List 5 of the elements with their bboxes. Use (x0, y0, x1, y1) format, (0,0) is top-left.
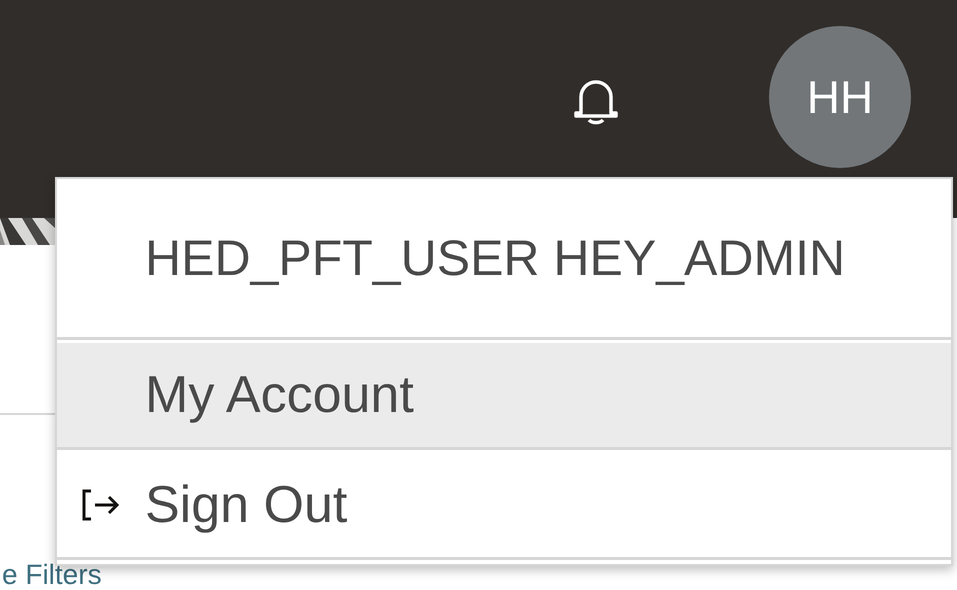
menu-item[interactable]: My Account (57, 343, 951, 450)
user-name: HED_PFT_USER HEY_ADMIN (57, 179, 951, 340)
avatar[interactable]: HH (769, 26, 911, 168)
menu-item[interactable]: Sign Out (57, 453, 951, 560)
sign-out-icon (82, 489, 120, 521)
